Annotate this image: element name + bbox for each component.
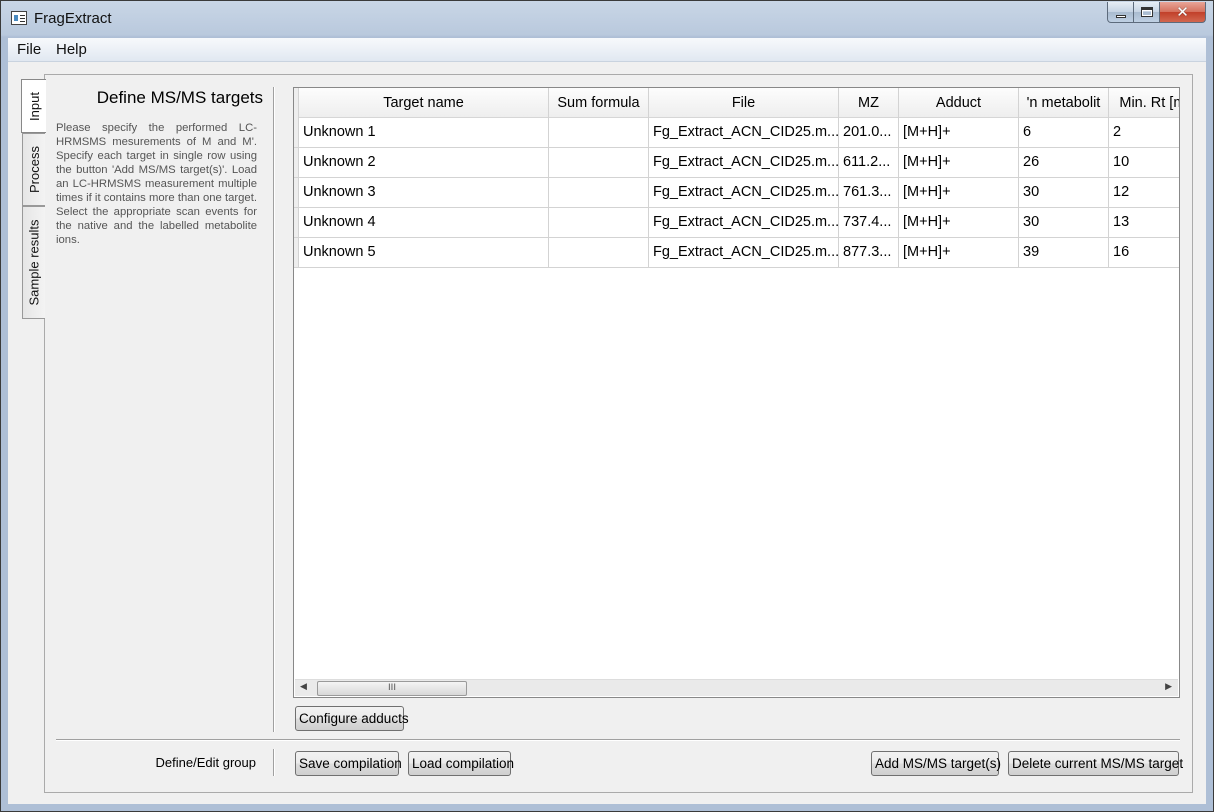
table-row[interactable]: Unknown 4 Fg_Extract_ACN_CID25.m... 737.4.… — [294, 208, 1179, 238]
cell-adduct[interactable]: [M+H]+ — [899, 118, 1019, 147]
menu-bar: File Help — [8, 38, 1206, 62]
cell-file[interactable]: Fg_Extract_ACN_CID25.m... — [649, 178, 839, 207]
group-label: Define/Edit group — [155, 755, 256, 770]
col-sum-formula[interactable]: Sum formula — [549, 88, 649, 118]
cell-sum-formula[interactable] — [549, 118, 649, 147]
close-icon: ✕ — [1176, 2, 1189, 21]
col-mz[interactable]: MZ — [839, 88, 899, 118]
title-bar[interactable]: FragExtract ✕ — [1, 1, 1213, 37]
save-compilation-button[interactable]: Save compilation — [295, 751, 402, 776]
cell-adduct[interactable]: [M+H]+ — [899, 208, 1019, 237]
bottom-vertical-divider — [273, 749, 274, 776]
cell-mz[interactable]: 737.4... — [839, 208, 899, 237]
delete-msms-target-button[interactable]: Delete current MS/MS target — [1008, 751, 1183, 776]
cell-target-name[interactable]: Unknown 5 — [299, 238, 549, 267]
cell-target-name[interactable]: Unknown 3 — [299, 178, 549, 207]
targets-table[interactable]: Target name Sum formula File MZ Adduct '… — [293, 87, 1180, 698]
cell-target-name[interactable]: Unknown 1 — [299, 118, 549, 147]
close-button[interactable]: ✕ — [1160, 2, 1206, 23]
load-compilation-button[interactable]: Load compilation — [408, 751, 514, 776]
col-target-name[interactable]: Target name — [299, 88, 549, 118]
col-file[interactable]: File — [649, 88, 839, 118]
cell-target-name[interactable]: Unknown 4 — [299, 208, 549, 237]
table-row[interactable]: Unknown 2 Fg_Extract_ACN_CID25.m... 611.2.… — [294, 148, 1179, 178]
table-row[interactable]: Unknown 1 Fg_Extract_ACN_CID25.m... 201.0.… — [294, 118, 1179, 148]
scroll-right-icon[interactable]: ▶ — [1165, 682, 1172, 692]
table-row[interactable]: Unknown 5 Fg_Extract_ACN_CID25.m... 877.3.… — [294, 238, 1179, 268]
menu-help[interactable]: Help — [56, 41, 87, 58]
tab-input-label: Input — [26, 91, 42, 121]
window-controls: ✕ — [1107, 2, 1206, 24]
cell-mz[interactable]: 201.0... — [839, 118, 899, 147]
minimize-icon — [1115, 14, 1126, 18]
cell-sum-formula[interactable] — [549, 178, 649, 207]
tab-input[interactable]: Input — [21, 79, 46, 133]
cell-adduct[interactable]: [M+H]+ — [899, 238, 1019, 267]
vertical-divider — [273, 87, 274, 732]
cell-mz[interactable]: 877.3... — [839, 238, 899, 267]
cell-sum-formula[interactable] — [549, 148, 649, 177]
cell-file[interactable]: Fg_Extract_ACN_CID25.m... — [649, 208, 839, 237]
cell-file[interactable]: Fg_Extract_ACN_CID25.m... — [649, 148, 839, 177]
cell-n-metabolites[interactable]: 6 — [1019, 118, 1109, 147]
cell-file[interactable]: Fg_Extract_ACN_CID25.m... — [649, 118, 839, 147]
configure-adducts-button[interactable]: Configure adducts — [295, 706, 409, 731]
cell-file[interactable]: Fg_Extract_ACN_CID25.m... — [649, 238, 839, 267]
col-adduct[interactable]: Adduct — [899, 88, 1019, 118]
cell-min-rt[interactable]: 12 — [1109, 178, 1179, 207]
cell-sum-formula[interactable] — [549, 208, 649, 237]
client-area: Input Process Sample results Define MS/M… — [8, 62, 1206, 804]
cell-mz[interactable]: 611.2... — [839, 148, 899, 177]
col-n-metabolites[interactable]: 'n metabolit — [1019, 88, 1109, 118]
cell-adduct[interactable]: [M+H]+ — [899, 148, 1019, 177]
cell-n-metabolites[interactable]: 26 — [1019, 148, 1109, 177]
maximize-icon — [1140, 7, 1153, 17]
cell-min-rt[interactable]: 16 — [1109, 238, 1179, 267]
menu-file[interactable]: File — [17, 41, 41, 58]
cell-adduct[interactable]: [M+H]+ — [899, 178, 1019, 207]
minimize-button[interactable] — [1107, 2, 1134, 23]
cell-min-rt[interactable]: 10 — [1109, 148, 1179, 177]
panel-title: Define MS/MS targets — [96, 88, 263, 107]
cell-sum-formula[interactable] — [549, 238, 649, 267]
window-title: FragExtract — [34, 10, 112, 27]
cell-target-name[interactable]: Unknown 2 — [299, 148, 549, 177]
cell-n-metabolites[interactable]: 30 — [1019, 208, 1109, 237]
table-body: Unknown 1 Fg_Extract_ACN_CID25.m... 201.0.… — [294, 118, 1179, 268]
col-min-rt[interactable]: Min. Rt [mi — [1109, 88, 1179, 118]
horizontal-divider — [56, 739, 1180, 740]
cell-min-rt[interactable]: 2 — [1109, 118, 1179, 147]
table-header: Target name Sum formula File MZ Adduct '… — [294, 88, 1179, 118]
tab-sample-results[interactable]: Sample results — [22, 206, 45, 319]
maximize-button[interactable] — [1134, 2, 1160, 23]
cell-n-metabolites[interactable]: 39 — [1019, 238, 1109, 267]
app-window: FragExtract ✕ File Help Input Process Sa… — [0, 0, 1214, 812]
scroll-left-icon[interactable]: ◀ — [300, 682, 307, 692]
table-row[interactable]: Unknown 3 Fg_Extract_ACN_CID25.m... 761.3.… — [294, 178, 1179, 208]
cell-n-metabolites[interactable]: 30 — [1019, 178, 1109, 207]
add-msms-target-button[interactable]: Add MS/MS target(s) — [871, 751, 1001, 776]
app-icon[interactable] — [11, 11, 27, 25]
panel-description: Please specify the performed LC-HRMSMS m… — [56, 122, 257, 246]
horizontal-scrollbar[interactable]: ◀ III ▶ — [295, 679, 1178, 696]
cell-mz[interactable]: 761.3... — [839, 178, 899, 207]
tab-process-label: Process — [26, 146, 42, 193]
tab-process[interactable]: Process — [22, 133, 45, 206]
tab-sample-results-label: Sample results — [26, 219, 42, 306]
scroll-thumb[interactable]: III — [317, 681, 467, 696]
cell-min-rt[interactable]: 13 — [1109, 208, 1179, 237]
